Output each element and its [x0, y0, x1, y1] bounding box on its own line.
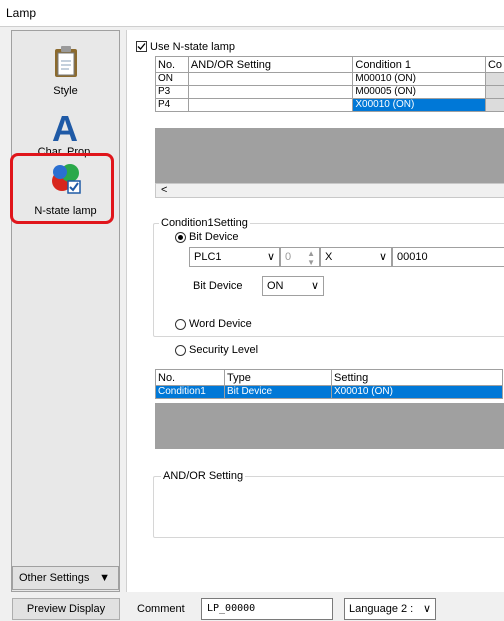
horizontal-scrollbar[interactable]: <	[155, 183, 504, 198]
cell-type[interactable]: Bit Device	[224, 385, 332, 399]
col-header: No.	[155, 369, 225, 386]
chevron-down-icon: ▼	[99, 572, 110, 584]
table-row-selected[interactable]: Condition1 Bit Device X00010 (ON)	[155, 385, 503, 399]
svg-text:A: A	[52, 109, 78, 145]
language-select[interactable]: Language 2 : ∨	[344, 598, 436, 620]
other-settings-label: Other Settings	[19, 572, 90, 584]
address-value: 00010	[397, 251, 428, 263]
other-settings-button[interactable]: Other Settings ▼	[12, 566, 119, 590]
station-spinner[interactable]: 0 ▲ ▼	[280, 247, 320, 267]
chevron-down-icon: ∨	[422, 603, 431, 615]
bit-device-radio-label: Bit Device	[189, 231, 239, 243]
col-header: Setting	[331, 369, 503, 386]
cell-cond1[interactable]: M00005 (ON)	[352, 85, 486, 99]
chevron-down-icon: ∨	[266, 251, 275, 263]
chevron-down-icon: ∨	[310, 280, 319, 292]
device-type-value: X	[325, 251, 333, 263]
word-device-radio-label: Word Device	[189, 318, 252, 330]
table-row[interactable]: ON M00010 (ON)	[155, 72, 504, 86]
bit-device-field-label: Bit Device	[193, 280, 243, 292]
table-empty-area	[155, 128, 504, 183]
condition-table: No. Type Setting Condition1 Bit Device X…	[155, 369, 503, 399]
font-letter-icon: A	[52, 109, 78, 145]
cell-cond1-selected[interactable]: X00010 (ON)	[352, 98, 486, 112]
cell-cond2[interactable]	[484, 72, 504, 86]
col-header: No.	[155, 56, 189, 73]
spinner-arrows-icon: ▲ ▼	[307, 249, 315, 267]
table-row[interactable]: P3 M00005 (ON)	[155, 85, 504, 99]
bit-device-radio[interactable]	[175, 232, 186, 243]
col-header: Condition 1	[352, 56, 486, 73]
table-header-row: No. AND/OR Setting Condition 1 Co	[155, 56, 504, 73]
condition-table-empty-area	[155, 403, 504, 449]
clipboard-icon	[55, 46, 77, 77]
sidebar-item-char-prop[interactable]: A Char. Prop.	[12, 109, 119, 159]
word-device-radio[interactable]	[175, 319, 186, 330]
plc-value: PLC1	[194, 251, 222, 263]
security-level-radio-label: Security Level	[189, 344, 259, 356]
andor-setting-group	[153, 476, 504, 538]
cell-no[interactable]: P4	[155, 98, 189, 112]
address-input[interactable]: 00010	[392, 247, 504, 267]
cell-no[interactable]: Condition1	[155, 385, 225, 399]
cell-no[interactable]: ON	[155, 72, 189, 86]
sidebar-item-label: Style	[53, 85, 78, 97]
station-value: 0	[285, 251, 292, 263]
comment-label: Comment	[137, 603, 185, 615]
table-row[interactable]: P4 X00010 (ON)	[155, 98, 504, 112]
use-nstate-checkbox[interactable]	[136, 41, 147, 52]
preview-display-button[interactable]: Preview Display	[12, 598, 120, 620]
cell-no[interactable]: P3	[155, 85, 189, 99]
cell-andor[interactable]	[187, 98, 354, 112]
sidebar-item-style[interactable]: Style	[12, 41, 119, 101]
cell-andor[interactable]	[187, 72, 354, 86]
selection-highlight	[10, 153, 114, 224]
cell-andor[interactable]	[187, 85, 354, 99]
title-bar: Lamp	[0, 0, 504, 26]
sidebar: Style A Char. Prop. N-state lamp	[11, 30, 120, 592]
bit-state-select[interactable]: ON ∨	[262, 276, 324, 296]
window-title: Lamp	[6, 6, 37, 20]
table-header-row: No. Type Setting	[155, 369, 503, 386]
main-panel: Use N-state lamp No. AND/OR Setting Cond…	[126, 30, 504, 592]
col-header: AND/OR Setting	[187, 56, 354, 73]
security-level-radio[interactable]	[175, 345, 186, 356]
nstate-table: No. AND/OR Setting Condition 1 Co ON M00…	[155, 56, 504, 112]
cell-cond2[interactable]	[484, 85, 504, 99]
chevron-down-icon: ∨	[378, 251, 387, 263]
cell-cond2[interactable]	[484, 98, 504, 112]
bit-state-value: ON	[267, 280, 284, 292]
use-nstate-label: Use N-state lamp	[150, 41, 235, 53]
language-value: Language 2 :	[349, 603, 414, 615]
col-header: Type	[224, 369, 332, 386]
col-header: Co	[484, 56, 504, 73]
comment-input[interactable]: LP_00000	[201, 598, 333, 620]
plc-select[interactable]: PLC1 ∨	[189, 247, 280, 267]
cell-setting[interactable]: X00010 (ON)	[331, 385, 503, 399]
scroll-left-icon[interactable]: <	[161, 184, 167, 196]
checkmark-icon	[137, 43, 146, 50]
cell-cond1[interactable]: M00010 (ON)	[352, 72, 486, 86]
condition-group-title: Condition1Setting	[159, 217, 250, 229]
andor-group-title: AND/OR Setting	[161, 470, 246, 482]
device-type-select[interactable]: X ∨	[320, 247, 392, 267]
title-divider	[0, 26, 504, 27]
